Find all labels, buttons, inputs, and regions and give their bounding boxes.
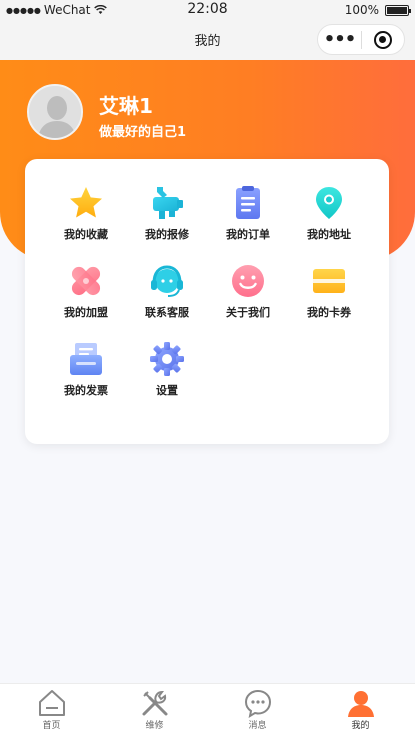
tab-label: 首页 xyxy=(42,721,61,731)
tab-label: 我的 xyxy=(351,721,370,731)
user-icon xyxy=(347,691,374,717)
repair-icon xyxy=(153,187,183,219)
menu-label: 我的加盟 xyxy=(64,306,108,319)
more-icon[interactable]: ••• xyxy=(318,29,361,50)
tools-icon xyxy=(142,690,167,716)
menu-label: 我的订单 xyxy=(226,228,270,241)
location-pin-icon xyxy=(316,187,342,219)
tab-bar: 首页 维修 消息 我的 xyxy=(0,683,415,733)
menu-label: 我的收藏 xyxy=(64,228,108,241)
status-bar: ●●●●● WeChat 22:08 100% xyxy=(0,0,415,20)
avatar[interactable] xyxy=(27,84,83,140)
tab-messages[interactable]: 消息 xyxy=(206,684,309,733)
tab-mine[interactable]: 我的 xyxy=(309,684,412,733)
miniprogram-capsule: ••• xyxy=(317,24,405,55)
message-icon xyxy=(244,689,271,718)
user-name: 艾琳1 xyxy=(99,94,153,118)
invoice-icon xyxy=(70,343,102,375)
card-coupon-icon xyxy=(313,269,345,293)
menu-label: 我的地址 xyxy=(307,228,351,241)
headset-icon xyxy=(151,265,183,297)
menu-label: 关于我们 xyxy=(226,306,270,319)
tab-label: 维修 xyxy=(145,721,164,731)
menu-item-repair[interactable]: 我的报修 xyxy=(127,185,207,249)
tab-repair[interactable]: 维修 xyxy=(103,684,206,733)
menu-label: 设置 xyxy=(156,384,178,397)
menu-label: 我的报修 xyxy=(145,228,189,241)
menu-item-address[interactable]: 我的地址 xyxy=(289,185,369,249)
menu-item-coupons[interactable]: 我的卡券 xyxy=(289,263,369,327)
star-icon xyxy=(70,187,102,218)
home-icon xyxy=(38,690,65,716)
user-motto: 做最好的自己1 xyxy=(99,125,187,140)
close-miniprogram-button[interactable] xyxy=(362,30,404,49)
target-icon xyxy=(373,30,392,49)
smiley-icon xyxy=(232,265,264,297)
menu-label: 联系客服 xyxy=(145,306,189,319)
tab-home[interactable]: 首页 xyxy=(0,684,103,733)
nav-bar: 我的 ••• xyxy=(0,20,415,60)
menu-item-franchise[interactable]: 我的加盟 xyxy=(46,263,126,327)
tab-label: 消息 xyxy=(248,721,267,731)
menu-card: 我的收藏 我的报修 我的订单 我的地址 我的加盟 联系客服 关于我们 我的卡券 … xyxy=(25,159,389,444)
menu-item-orders[interactable]: 我的订单 xyxy=(208,185,288,249)
order-clipboard-icon xyxy=(236,186,260,219)
menu-item-customer-service[interactable]: 联系客服 xyxy=(127,263,207,327)
menu-item-settings[interactable]: 设置 xyxy=(127,341,207,405)
gear-icon xyxy=(150,342,184,376)
battery-icon xyxy=(385,4,411,16)
battery-percent: 100% xyxy=(344,3,379,17)
join-icon xyxy=(71,266,101,296)
menu-item-about-us[interactable]: 关于我们 xyxy=(208,263,288,327)
menu-item-favorites[interactable]: 我的收藏 xyxy=(46,185,126,249)
menu-label: 我的卡券 xyxy=(307,306,351,319)
menu-label: 我的发票 xyxy=(64,384,108,397)
menu-item-invoice[interactable]: 我的发票 xyxy=(46,341,126,405)
